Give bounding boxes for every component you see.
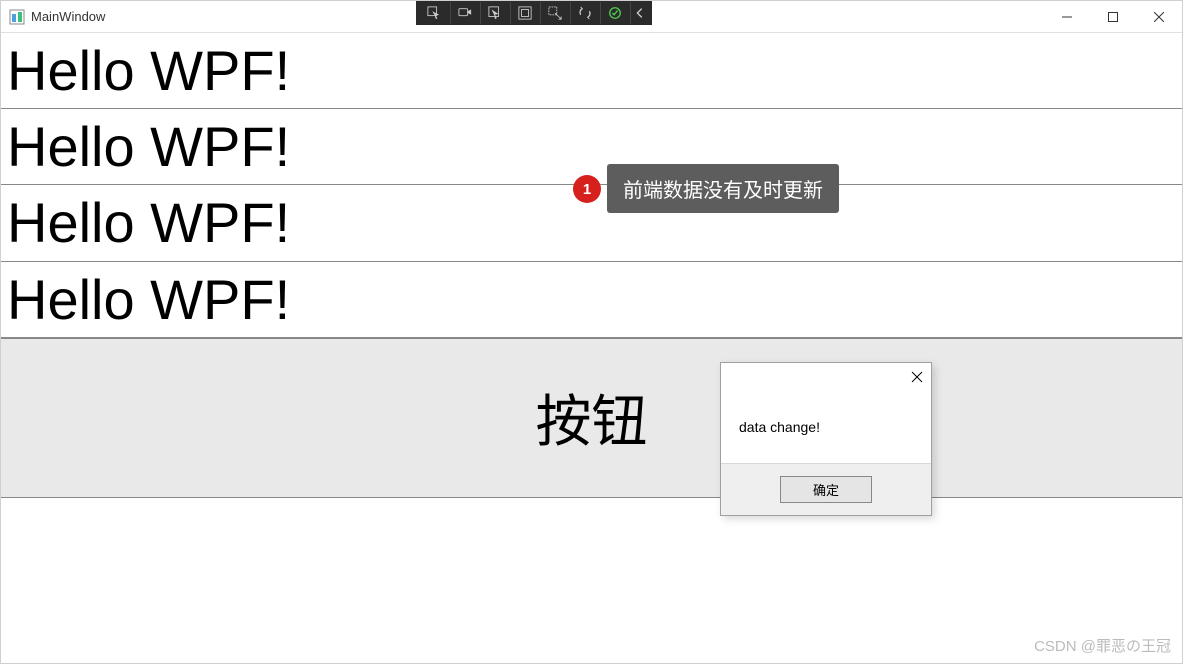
annotation-text: 前端数据没有及时更新 (623, 180, 823, 202)
main-button[interactable]: 按钮 (1, 338, 1182, 498)
message-box-titlebar (721, 363, 931, 395)
close-button[interactable] (1136, 1, 1182, 32)
message-box: data change! 确定 (720, 362, 932, 516)
maximize-button[interactable] (1090, 1, 1136, 32)
window-controls (1044, 1, 1182, 32)
hotreload-icon[interactable] (570, 2, 598, 24)
debug-toolbar (416, 1, 652, 25)
titlebar: MainWindow (1, 1, 1182, 33)
minimize-button[interactable] (1044, 1, 1090, 32)
main-window: MainWindow (0, 0, 1183, 664)
layout-icon[interactable] (510, 2, 538, 24)
blank-area (1, 498, 1182, 663)
annotation-number: 1 (583, 181, 591, 198)
main-button-label: 按钮 (536, 377, 648, 458)
track-icon[interactable] (540, 2, 568, 24)
content-area: Hello WPF! Hello WPF! Hello WPF! Hello W… (1, 33, 1182, 663)
text-row: Hello WPF! (1, 262, 1182, 338)
window-title: MainWindow (31, 9, 105, 24)
ok-button[interactable]: 确定 (780, 476, 872, 503)
message-box-body: data change! (721, 395, 931, 463)
collapse-icon[interactable] (630, 2, 648, 24)
text-row: Hello WPF! (1, 109, 1182, 185)
text-row: Hello WPF! (1, 33, 1182, 109)
annotation-bubble: 前端数据没有及时更新 (607, 164, 839, 213)
inspect-icon[interactable] (480, 2, 508, 24)
annotation-badge: 1 (573, 175, 601, 203)
watermark: CSDN @罪恶の王冠 (1034, 635, 1171, 656)
success-icon[interactable] (600, 2, 628, 24)
record-icon[interactable] (450, 2, 478, 24)
app-icon (9, 9, 25, 25)
message-box-footer: 确定 (721, 463, 931, 515)
select-element-icon[interactable] (420, 2, 448, 24)
close-icon[interactable] (911, 370, 923, 388)
